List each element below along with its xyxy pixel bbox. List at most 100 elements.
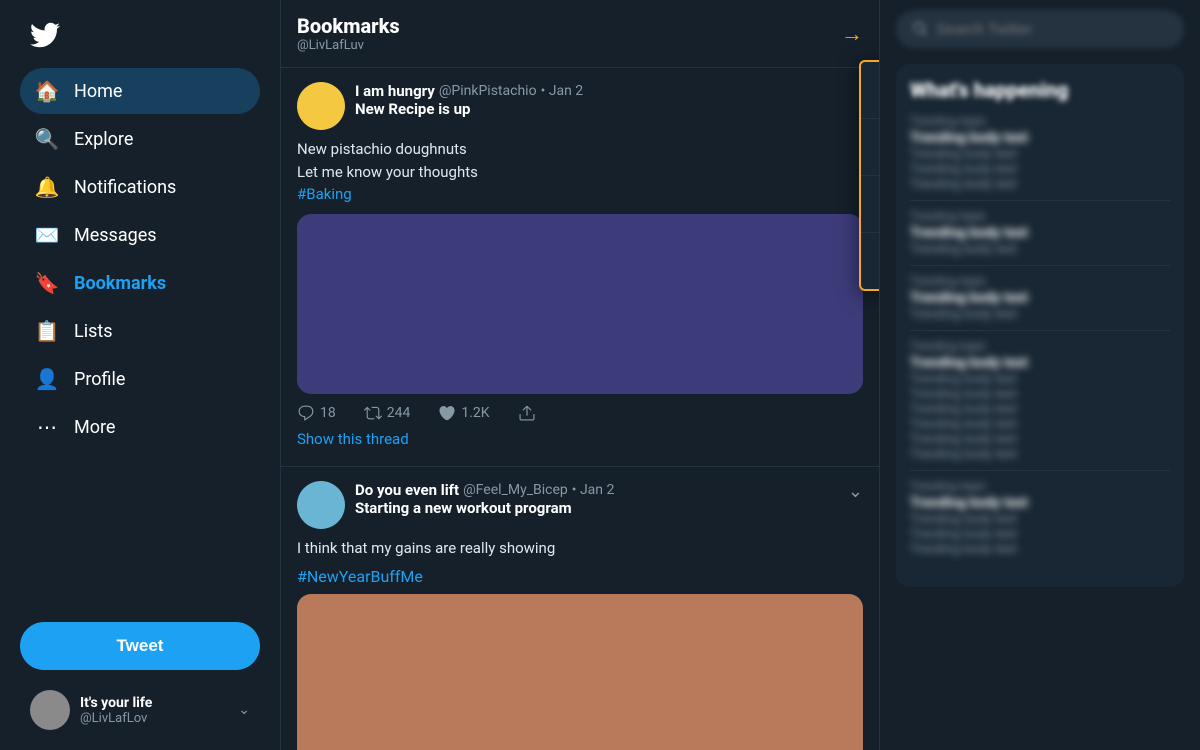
sidebar-item-home-label: Home xyxy=(74,81,122,102)
search-bookmarks-option[interactable]: Search Bookmarks xyxy=(861,176,880,233)
tweet-header: Do you even lift @Feel_My_Bicep • Jan 2 … xyxy=(297,481,863,529)
user-handle: @LivLafLov xyxy=(80,711,228,726)
trending-body-sub: Trending body text xyxy=(910,147,1170,162)
show-thread-link[interactable]: Show this thread xyxy=(297,422,863,452)
user-info: It's your life @LivLafLov xyxy=(80,695,228,726)
messages-icon: ✉️ xyxy=(34,222,60,248)
tweet-header: I am hungry @PinkPistachio • Jan 2 New R… xyxy=(297,82,863,130)
trending-body-sub: Trending body text xyxy=(910,162,1170,177)
trending-topic: Trending topic xyxy=(910,274,1170,288)
share-action[interactable] xyxy=(518,404,536,422)
trending-topic: Trending topic xyxy=(910,114,1170,128)
sidebar-item-profile[interactable]: 👤 Profile xyxy=(20,356,260,402)
sidebar-item-explore[interactable]: 🔍 Explore xyxy=(20,116,260,162)
trending-body-sub: Trending body text xyxy=(910,432,1170,447)
trending-body-sub: Trending body text xyxy=(910,177,1170,192)
whats-happening-title: What's happening xyxy=(910,78,1170,102)
sidebar-item-bookmarks-label: Bookmarks xyxy=(74,273,166,294)
trending-body-sub: Trending body text xyxy=(910,417,1170,432)
sidebar: 🏠 Home 🔍 Explore 🔔 Notifications ✉️ Mess… xyxy=(0,0,280,750)
sidebar-item-home[interactable]: 🏠 Home xyxy=(20,68,260,114)
tweet-button[interactable]: Tweet xyxy=(20,622,260,670)
trending-section: Trending topic Trending body text Trendi… xyxy=(910,209,1170,266)
tweet-author-line: I am hungry @PinkPistachio • Jan 2 xyxy=(355,82,863,100)
arrow-right-icon: → xyxy=(841,21,863,47)
trending-topic: Trending topic xyxy=(910,339,1170,353)
main-content: Bookmarks @LivLafLuv → Oldest to Newest … xyxy=(280,0,880,750)
sidebar-item-messages[interactable]: ✉️ Messages xyxy=(20,212,260,258)
sidebar-item-notifications-label: Notifications xyxy=(74,177,176,198)
tweet-actions: 18 244 1.2K xyxy=(297,404,863,422)
sidebar-nav: 🏠 Home 🔍 Explore 🔔 Notifications ✉️ Mess… xyxy=(20,68,260,606)
trending-body: Trending body text xyxy=(910,290,1170,306)
sidebar-item-lists-label: Lists xyxy=(74,321,113,342)
tweet-item[interactable]: Do you even lift @Feel_My_Bicep • Jan 2 … xyxy=(281,467,879,750)
tweet-author-handle: @Feel_My_Bicep xyxy=(463,482,568,498)
trending-body-sub: Trending body text xyxy=(910,512,1170,527)
trending-body: Trending body text xyxy=(910,225,1170,241)
trending-topic: Trending topic xyxy=(910,209,1170,223)
oldest-to-newest-option[interactable]: Oldest to Newest xyxy=(861,62,880,119)
sidebar-item-more-label: More xyxy=(74,417,115,438)
tweet-author-name: I am hungry xyxy=(355,82,435,100)
bookmarks-header: Bookmarks @LivLafLuv → Oldest to Newest … xyxy=(281,0,879,68)
lists-icon: 📋 xyxy=(34,318,60,344)
bookmarks-title-section: Bookmarks @LivLafLuv xyxy=(297,14,400,53)
search-bar[interactable] xyxy=(896,10,1184,48)
tweet-item[interactable]: I am hungry @PinkPistachio • Jan 2 New R… xyxy=(281,68,879,467)
trending-body: Trending body text xyxy=(910,355,1170,371)
sidebar-item-notifications[interactable]: 🔔 Notifications xyxy=(20,164,260,210)
tweet-title: Starting a new workout program xyxy=(355,499,838,517)
bookmarks-title: Bookmarks xyxy=(297,14,400,38)
avatar xyxy=(297,82,345,130)
trending-body-sub: Trending body text xyxy=(910,447,1170,462)
tweet-meta: Do you even lift @Feel_My_Bicep • Jan 2 … xyxy=(355,481,838,521)
sidebar-item-profile-label: Profile xyxy=(74,369,125,390)
trending-body-sub: Trending body text xyxy=(910,307,1170,322)
tweet-hashtag: #Baking xyxy=(297,185,352,203)
more-options-icon[interactable]: ⌄ xyxy=(848,481,863,502)
trending-body-sub: Trending body text xyxy=(910,527,1170,542)
tweet-meta: I am hungry @PinkPistachio • Jan 2 New R… xyxy=(355,82,863,122)
tweet-author-name: Do you even lift xyxy=(355,481,459,499)
trending-section: Trending topic Trending body text Trendi… xyxy=(910,114,1170,201)
trending-section: Trending topic Trending body text Trendi… xyxy=(910,479,1170,565)
trending-body-sub: Trending body text xyxy=(910,372,1170,387)
clear-all-bookmarks-option[interactable]: Clear All Bookmarks xyxy=(861,233,880,289)
avatar xyxy=(297,481,345,529)
reply-action[interactable]: 18 xyxy=(297,404,336,422)
avatar xyxy=(30,690,70,730)
search-input[interactable] xyxy=(936,21,1168,38)
right-sidebar: What's happening Trending topic Trending… xyxy=(880,0,1200,750)
user-name: It's your life xyxy=(80,695,228,711)
twitter-logo[interactable] xyxy=(20,10,70,60)
more-icon: ⋯ xyxy=(34,414,60,440)
retweet-count: 244 xyxy=(387,405,411,421)
tweet-image xyxy=(297,214,863,394)
trending-section: Trending topic Trending body text Trendi… xyxy=(910,274,1170,331)
whats-happening-panel: What's happening Trending topic Trending… xyxy=(896,64,1184,587)
newest-to-oldest-option[interactable]: Newest to Oldest xyxy=(861,119,880,176)
tweet-author-handle: @PinkPistachio xyxy=(439,83,537,99)
sidebar-item-lists[interactable]: 📋 Lists xyxy=(20,308,260,354)
like-action[interactable]: 1.2K xyxy=(438,404,489,422)
sidebar-item-messages-label: Messages xyxy=(74,225,157,246)
retweet-action[interactable]: 244 xyxy=(364,404,411,422)
trending-body-sub: Trending body text xyxy=(910,542,1170,557)
sidebar-item-bookmarks[interactable]: 🔖 Bookmarks xyxy=(20,260,260,306)
sort-dropdown-menu: Oldest to Newest Newest to Oldest Search… xyxy=(859,60,880,291)
explore-icon: 🔍 xyxy=(34,126,60,152)
tweet-date: • Jan 2 xyxy=(572,482,615,498)
trending-topic: Trending topic xyxy=(910,479,1170,493)
profile-icon: 👤 xyxy=(34,366,60,392)
chevron-down-icon: ⌄ xyxy=(238,702,250,718)
sidebar-item-explore-label: Explore xyxy=(74,129,133,150)
user-profile[interactable]: It's your life @LivLafLov ⌄ xyxy=(20,680,260,740)
tweet-body: I think that my gains are really showing xyxy=(297,537,863,560)
tweet-body: New pistachio doughnutsLet me know your … xyxy=(297,138,863,206)
tweet-hashtag: #NewYearBuffMe xyxy=(297,567,423,586)
bookmarks-icon: 🔖 xyxy=(34,270,60,296)
tweet-author-line: Do you even lift @Feel_My_Bicep • Jan 2 xyxy=(355,481,838,499)
sidebar-item-more[interactable]: ⋯ More xyxy=(20,404,260,450)
trending-body-sub: Trending body text xyxy=(910,387,1170,402)
